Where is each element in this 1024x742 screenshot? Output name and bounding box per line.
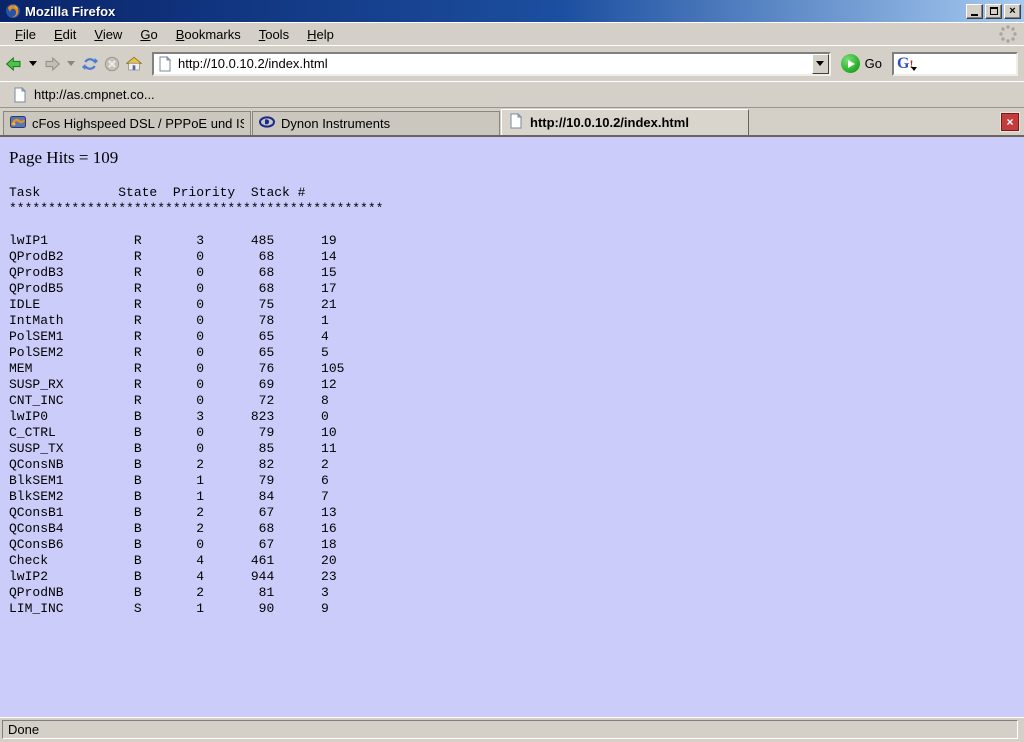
reload-button[interactable] bbox=[80, 49, 100, 79]
close-icon[interactable]: × bbox=[1004, 4, 1021, 19]
go-icon bbox=[841, 54, 860, 73]
back-button[interactable] bbox=[4, 49, 24, 79]
address-dropdown-icon[interactable] bbox=[812, 54, 829, 74]
tab-label: cFos Highspeed DSL / PPPoE und ISDN CAP.… bbox=[32, 116, 244, 131]
menu-item-help[interactable]: Help bbox=[298, 24, 343, 45]
tab-label: Dynon Instruments bbox=[281, 116, 390, 131]
menu-item-edit[interactable]: Edit bbox=[45, 24, 85, 45]
status-bar: Done bbox=[0, 717, 1024, 742]
forward-icon bbox=[44, 56, 60, 72]
stop-icon bbox=[104, 56, 120, 72]
go-button-label: Go bbox=[865, 56, 882, 71]
forward-button[interactable] bbox=[42, 49, 62, 79]
bookmark-label: http://as.cmpnet.co... bbox=[34, 87, 155, 102]
page-icon bbox=[508, 113, 524, 132]
bookmarks-bar: http://as.cmpnet.co... bbox=[0, 81, 1024, 108]
title-bar: Mozilla Firefox × bbox=[0, 0, 1024, 22]
home-button[interactable] bbox=[124, 49, 144, 79]
back-icon bbox=[6, 56, 22, 72]
cfos-icon bbox=[10, 114, 26, 133]
tab-bar: cFos Highspeed DSL / PPPoE und ISDN CAP.… bbox=[0, 108, 1024, 137]
go-button[interactable]: Go bbox=[839, 54, 890, 73]
task-table: Task State Priority Stack # ************… bbox=[9, 185, 1024, 617]
restore-icon[interactable] bbox=[985, 4, 1002, 19]
page-content: Page Hits = 109 Task State Priority Stac… bbox=[0, 137, 1024, 717]
firefox-logo-icon bbox=[5, 3, 21, 19]
forward-dropdown-icon[interactable] bbox=[67, 61, 75, 66]
home-icon bbox=[126, 56, 142, 72]
tab-2[interactable]: Dynon Instruments bbox=[252, 111, 500, 135]
status-text: Done bbox=[8, 722, 39, 737]
close-tab-icon[interactable]: × bbox=[1001, 113, 1019, 131]
back-dropdown-icon[interactable] bbox=[29, 61, 37, 66]
menu-item-file[interactable]: File bbox=[6, 24, 45, 45]
address-input[interactable] bbox=[178, 55, 812, 73]
stop-button[interactable] bbox=[102, 49, 122, 79]
minimize-icon[interactable] bbox=[966, 4, 983, 19]
window-title: Mozilla Firefox bbox=[25, 4, 115, 19]
browser-window: Mozilla Firefox × FileEditViewGoBookmark… bbox=[0, 0, 1024, 742]
reload-icon bbox=[82, 56, 98, 72]
bookmark-item[interactable]: http://as.cmpnet.co... bbox=[8, 85, 159, 105]
page-icon bbox=[157, 56, 173, 72]
page-hits-text: Page Hits = 109 bbox=[9, 148, 1024, 168]
search-box[interactable]: G! bbox=[892, 52, 1018, 76]
tab-3[interactable]: http://10.0.10.2/index.html bbox=[501, 109, 749, 135]
status-panel: Done bbox=[2, 720, 1018, 739]
search-input[interactable] bbox=[919, 55, 1016, 73]
navigation-toolbar: Go G! bbox=[0, 45, 1024, 81]
throbber-icon bbox=[998, 24, 1018, 44]
tab-label: http://10.0.10.2/index.html bbox=[530, 115, 689, 130]
menu-bar: FileEditViewGoBookmarksToolsHelp bbox=[0, 22, 1024, 45]
search-engine-dropdown-icon[interactable] bbox=[911, 67, 917, 71]
tab-1[interactable]: cFos Highspeed DSL / PPPoE und ISDN CAP.… bbox=[3, 111, 251, 135]
dynon-icon bbox=[259, 114, 275, 133]
menu-item-go[interactable]: Go bbox=[131, 24, 166, 45]
menu-item-view[interactable]: View bbox=[85, 24, 131, 45]
address-bar[interactable] bbox=[152, 52, 831, 76]
menu-item-bookmarks[interactable]: Bookmarks bbox=[167, 24, 250, 45]
menu-item-tools[interactable]: Tools bbox=[250, 24, 298, 45]
page-icon bbox=[12, 87, 28, 103]
